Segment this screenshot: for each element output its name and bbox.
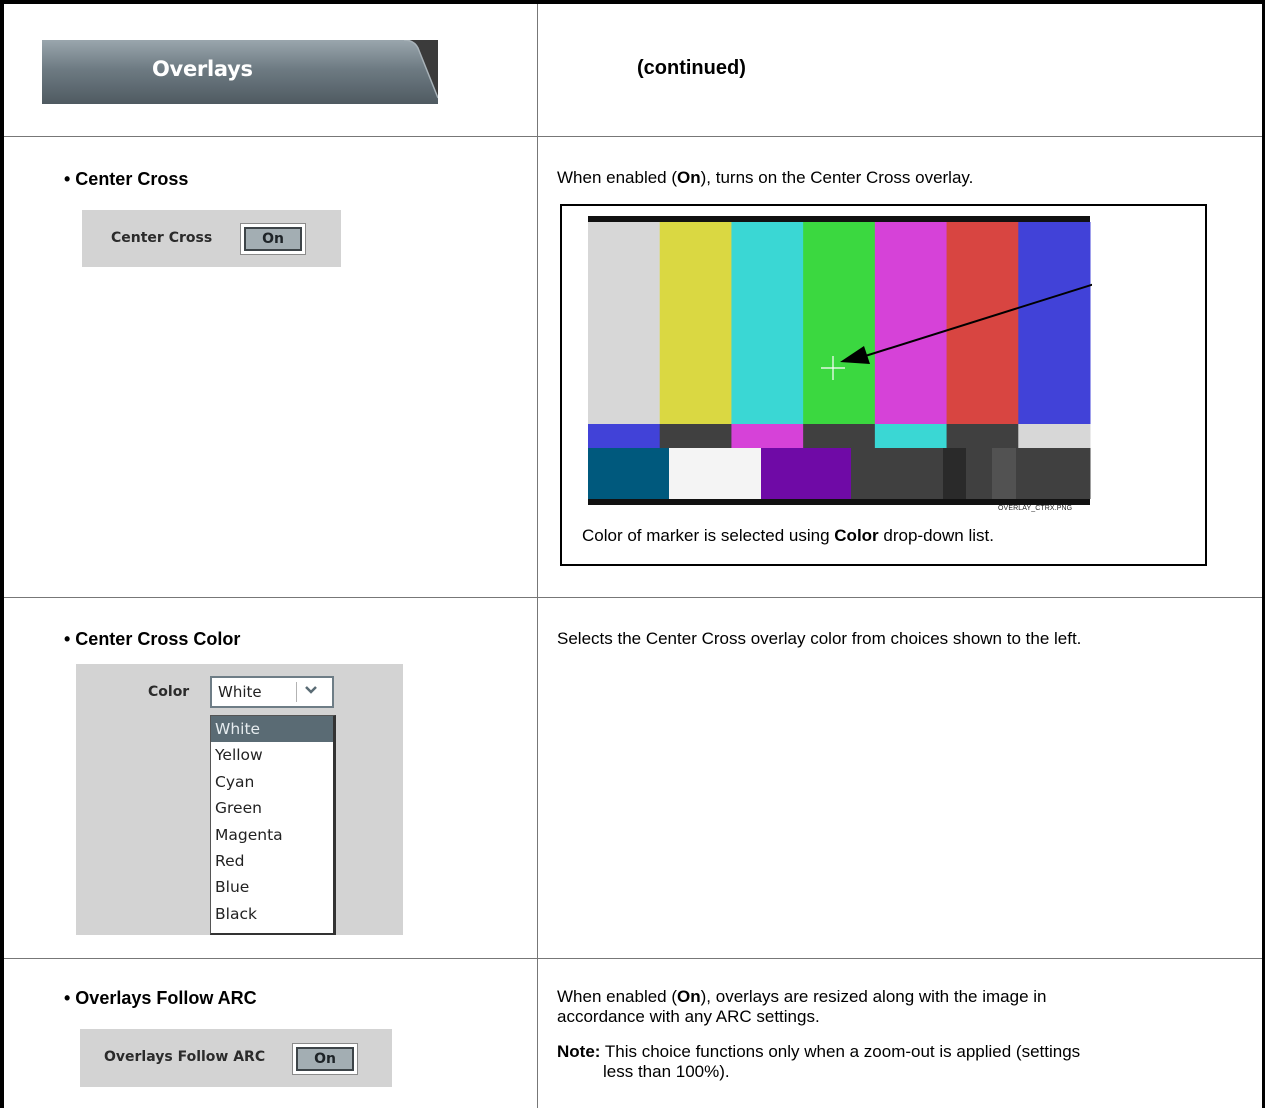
color-bar-mid — [1018, 424, 1091, 448]
note-text: This choice functions only when a zoom-o… — [604, 1042, 1081, 1061]
row-divider — [4, 136, 1262, 137]
center-cross-figure: OVERLAY_CTRX.PNG Color of marker is sele… — [560, 204, 1207, 566]
color-dropdown[interactable]: White — [210, 676, 334, 708]
color-option[interactable]: Magenta — [211, 822, 333, 848]
desc-line: When enabled (On), overlays are resized … — [557, 987, 1046, 1007]
color-bar — [946, 222, 1019, 424]
section-tab: Overlays — [42, 40, 438, 104]
figure-caption: Color of marker is selected using Color … — [582, 526, 994, 546]
color-bar-bottom — [669, 448, 762, 499]
desc-line: accordance with any ARC settings. — [557, 1007, 820, 1026]
center-cross-heading: • Center Cross — [64, 169, 189, 189]
color-bar — [588, 222, 661, 424]
color-bar — [803, 222, 876, 424]
desc-text: ), turns on the Center Cross overlay. — [700, 168, 974, 187]
center-cross-toggle[interactable]: On — [240, 223, 306, 255]
note-block: Note: This choice functions only when a … — [557, 1042, 1080, 1082]
overlays-follow-arc-description: When enabled (On), overlays are resized … — [557, 987, 1046, 1027]
figure-id: OVERLAY_CTRX.PNG — [998, 505, 1073, 512]
color-bars-image — [588, 216, 1092, 505]
overlays-follow-arc-control-panel: Overlays Follow ARC On — [80, 1029, 392, 1087]
color-option[interactable]: Green — [211, 795, 333, 821]
overlays-follow-arc-toggle[interactable]: On — [292, 1043, 358, 1075]
desc-text: ), overlays are resized along with the i… — [700, 987, 1047, 1006]
desc-text: When enabled ( — [557, 987, 678, 1006]
dropdown-separator — [296, 682, 297, 702]
color-bar-mid — [946, 424, 1019, 448]
color-option[interactable]: Blue — [211, 874, 333, 900]
row-divider — [4, 597, 1262, 598]
continued-label: (continued) — [637, 57, 746, 79]
desc-text: When enabled ( — [557, 168, 678, 187]
manual-page: Overlays (continued) • Center Cross Cent… — [0, 0, 1265, 1108]
color-control-label: Color — [148, 684, 190, 700]
frame-left-border — [0, 0, 4, 1108]
color-bar-bottom — [588, 448, 670, 499]
overlays-follow-arc-toggle-value: On — [296, 1047, 354, 1071]
color-option[interactable]: Yellow — [211, 742, 333, 768]
color-bar-mid — [588, 424, 661, 448]
color-bar — [659, 222, 732, 424]
color-option[interactable]: Black — [211, 901, 333, 927]
color-control-panel: Color White White Yellow Cyan Green Magenta R… — [76, 664, 403, 935]
caption-text: drop-down list. — [878, 526, 994, 545]
color-bar — [731, 222, 804, 424]
center-cross-control-label: Center Cross — [111, 230, 213, 246]
color-bar-mid — [731, 424, 804, 448]
color-bar-bottom — [851, 448, 944, 499]
desc-bold: On — [677, 987, 701, 1006]
color-option[interactable]: Red — [211, 848, 333, 874]
color-options-list: White Yellow Cyan Green Magenta Red Blue Black — [210, 715, 336, 935]
color-bars-top — [588, 222, 1091, 424]
note-label: Note: — [557, 1042, 601, 1061]
color-bar-bottom — [761, 448, 852, 499]
note-line: Note: This choice functions only when a … — [557, 1042, 1080, 1062]
color-bar-bottom — [966, 448, 993, 499]
color-bar-mid — [659, 424, 732, 448]
overlays-follow-arc-control-label: Overlays Follow ARC — [104, 1049, 266, 1065]
color-bar-mid — [803, 424, 876, 448]
color-bar — [874, 222, 948, 424]
color-bar-bottom — [1016, 448, 1091, 499]
color-bars-bottom — [588, 448, 1091, 499]
center-cross-color-heading: • Center Cross Color — [64, 629, 241, 649]
frame-top-border — [0, 0, 1265, 4]
overlays-follow-arc-heading: • Overlays Follow ARC — [64, 988, 257, 1008]
row-divider — [4, 958, 1262, 959]
color-bars-mid — [588, 424, 1091, 448]
color-bar-mid — [874, 424, 948, 448]
chevron-down-icon — [305, 686, 317, 694]
desc-bold: On — [677, 168, 701, 187]
column-divider — [537, 4, 538, 1108]
color-dropdown-value: White — [218, 683, 262, 701]
color-bar — [1018, 222, 1091, 424]
caption-bold: Color — [834, 526, 879, 545]
center-cross-description: When enabled (On), turns on the Center C… — [557, 168, 973, 188]
center-cross-toggle-value: On — [244, 227, 302, 251]
caption-text: Color of marker is selected using — [582, 526, 835, 545]
center-cross-color-description: Selects the Center Cross overlay color f… — [557, 629, 1082, 648]
color-option[interactable]: White — [211, 716, 333, 743]
color-bar-bottom — [992, 448, 1017, 499]
section-tab-label: Overlays — [152, 57, 253, 81]
color-option[interactable]: Cyan — [211, 769, 333, 795]
note-line: less than 100%). — [603, 1062, 730, 1081]
center-cross-control-panel: Center Cross On — [82, 210, 341, 267]
color-bar-bottom — [943, 448, 967, 499]
